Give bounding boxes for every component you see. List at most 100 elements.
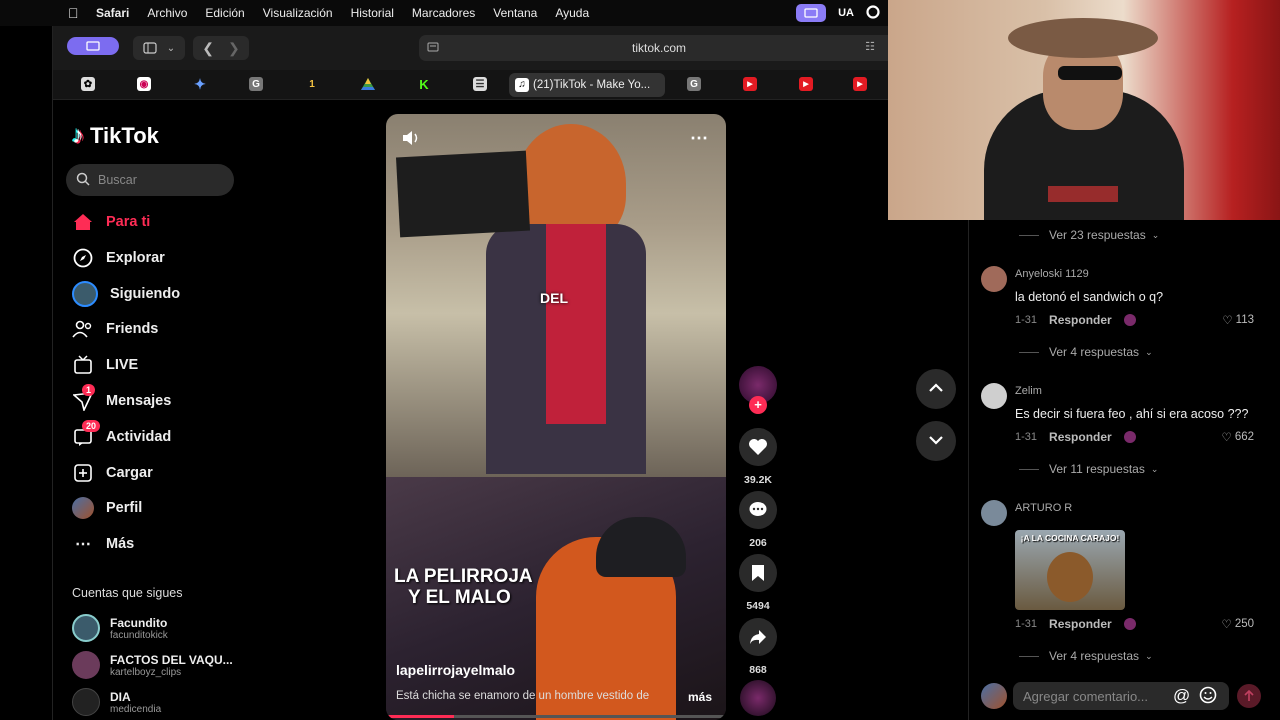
notes-icon[interactable]: ☰ [473, 77, 487, 91]
comment-button[interactable]: 206 [738, 491, 778, 549]
comment-username[interactable]: ARTURO R [1015, 502, 1072, 514]
control-center-icon[interactable] [866, 4, 880, 22]
profile-switch-button[interactable] [67, 37, 119, 55]
drive-icon[interactable] [361, 77, 375, 91]
nav-friends[interactable]: Friends [72, 314, 158, 344]
reply-button[interactable]: Responder [1049, 430, 1112, 444]
previous-video-button[interactable] [916, 369, 956, 409]
nav-perfil[interactable]: Perfil [72, 493, 142, 523]
video-player[interactable]: ⋯ DEL LA PELIRROJA Y EL MALO lapelirroja… [386, 114, 726, 720]
chevron-down-icon: ⌄ [1145, 650, 1153, 661]
menu-archivo[interactable]: Archivo [147, 6, 187, 20]
nav-siguiendo[interactable]: Siguiendo [72, 279, 180, 309]
view-replies-button[interactable]: Ver 4 respuestas ⌄ [1019, 649, 1153, 663]
view-replies-button[interactable]: Ver 23 respuestas ⌄ [1019, 228, 1159, 242]
g-icon[interactable]: G [249, 77, 263, 91]
upload-icon [72, 462, 94, 484]
comment-meta: 1-31 Responder [1015, 617, 1136, 631]
volume-icon[interactable] [402, 130, 420, 151]
avatar[interactable] [981, 500, 1007, 526]
menu-ayuda[interactable]: Ayuda [555, 6, 589, 20]
url-bar[interactable]: tiktok.com ☷ [419, 35, 899, 61]
comment-like-count: 662 [1234, 431, 1254, 443]
more-link[interactable]: más [688, 690, 712, 704]
creator-reaction-icon [1123, 314, 1136, 326]
heart-outline-icon: ♡ [1221, 432, 1232, 444]
menu-marcadores[interactable]: Marcadores [412, 6, 475, 20]
menu-ventana[interactable]: Ventana [493, 6, 537, 20]
page-settings-icon[interactable] [427, 41, 439, 56]
translate-icon[interactable]: ☷ [865, 40, 875, 53]
creator-reaction-icon [1123, 618, 1136, 630]
follow-plus-icon[interactable]: + [749, 396, 767, 414]
share-button[interactable]: 868 [738, 618, 778, 676]
like-button[interactable]: 39.2K [738, 428, 778, 486]
back-button[interactable]: ❮ ❯ [193, 36, 249, 60]
menu-edicion[interactable]: Edición [205, 6, 244, 20]
activity-badge: 20 [82, 420, 101, 432]
following-account[interactable]: FACTOS DEL VAQU... kartelboyz_clips [72, 651, 233, 679]
comment-username[interactable]: Anyeloski 1129 [1015, 268, 1089, 280]
sound-disc[interactable] [738, 680, 778, 716]
nav-explorar[interactable]: Explorar [72, 243, 165, 273]
comment-input[interactable]: Agregar comentario... [1013, 682, 1229, 710]
reply-button[interactable]: Responder [1049, 617, 1112, 631]
view-replies-button[interactable]: Ver 4 respuestas ⌄ [1019, 345, 1153, 359]
avatar [72, 651, 100, 679]
youtube-icon[interactable]: ▶ [799, 77, 813, 91]
nav-actividad[interactable]: 20 Actividad [72, 420, 171, 452]
avatar [981, 683, 1007, 709]
home-icon [72, 211, 94, 233]
reply-button[interactable]: Responder [1049, 313, 1112, 327]
more-options-icon[interactable]: ⋯ [690, 128, 708, 149]
creator-avatar[interactable]: + [738, 366, 778, 414]
chevron-down-icon: ⌄ [1145, 346, 1153, 357]
kick-icon[interactable]: K [417, 77, 431, 92]
comment-like-button[interactable]: ♡ 250 [1222, 617, 1255, 631]
nav-mensajes[interactable]: 1 Mensajes [72, 384, 171, 416]
nav-label: Cargar [106, 465, 153, 481]
youtube-icon[interactable]: ▶ [743, 77, 757, 91]
nav-live[interactable]: LIVE [72, 350, 138, 380]
menu-safari[interactable]: Safari [96, 6, 129, 20]
post-comment-button[interactable] [1237, 684, 1261, 708]
openai-icon[interactable]: ✿ [81, 77, 95, 91]
video-author[interactable]: lapelirrojayelmalo [396, 662, 515, 678]
g-icon[interactable]: G [687, 77, 701, 91]
account-handle: facunditokick [110, 629, 168, 641]
nav-mas[interactable]: ⋯ Más [72, 529, 134, 559]
screen-mirror-icon[interactable] [796, 4, 827, 22]
search-input[interactable]: Buscar [66, 164, 234, 196]
nav-cargar[interactable]: Cargar [72, 458, 153, 488]
mention-icon[interactable]: @ [1173, 686, 1190, 706]
menu-historial[interactable]: Historial [351, 6, 394, 20]
gemini-icon[interactable]: ✦ [193, 76, 207, 92]
emoji-icon[interactable] [1199, 686, 1217, 709]
comment-sticker[interactable]: ¡A LA COCINA CARAJO! [1015, 530, 1125, 610]
comment-username[interactable]: Zelim [1015, 385, 1042, 397]
perplexity-icon[interactable]: 1 [305, 77, 319, 91]
following-account[interactable]: Facundito facunditokick [72, 614, 168, 642]
comment-like-button[interactable]: ♡ 113 [1222, 313, 1254, 327]
screen-icon[interactable]: ◉ [137, 77, 151, 91]
webcam-overlay [888, 0, 1280, 220]
input-language[interactable]: UA [838, 7, 854, 19]
tiktok-logo[interactable]: ♪ TikTok [72, 122, 159, 150]
tab-tiktok[interactable]: ♫ (21)TikTok - Make Yo... [509, 73, 665, 97]
avatar[interactable] [981, 266, 1007, 292]
account-handle: medicendia [110, 703, 162, 715]
save-button[interactable]: 5494 [738, 554, 778, 612]
video-description: Está chicha se enamoro de un hombre vest… [396, 690, 650, 702]
nav-para-ti[interactable]: Para ti [72, 207, 150, 237]
avatar[interactable] [981, 383, 1007, 409]
comment-text: la detonó el sandwich o q? [1015, 290, 1164, 304]
apple-icon[interactable]:  [68, 5, 84, 21]
menu-visualizacion[interactable]: Visualización [263, 6, 333, 20]
following-account[interactable]: DIA medicendia [72, 688, 161, 716]
comment-like-button[interactable]: ♡ 662 [1222, 430, 1255, 444]
next-video-button[interactable] [916, 421, 956, 461]
progress-bar[interactable] [386, 715, 726, 718]
view-replies-button[interactable]: Ver 11 respuestas ⌄ [1019, 462, 1158, 476]
youtube-icon[interactable]: ▶ [853, 77, 867, 91]
sidebar-toggle-button[interactable]: ⌄ [133, 36, 185, 60]
